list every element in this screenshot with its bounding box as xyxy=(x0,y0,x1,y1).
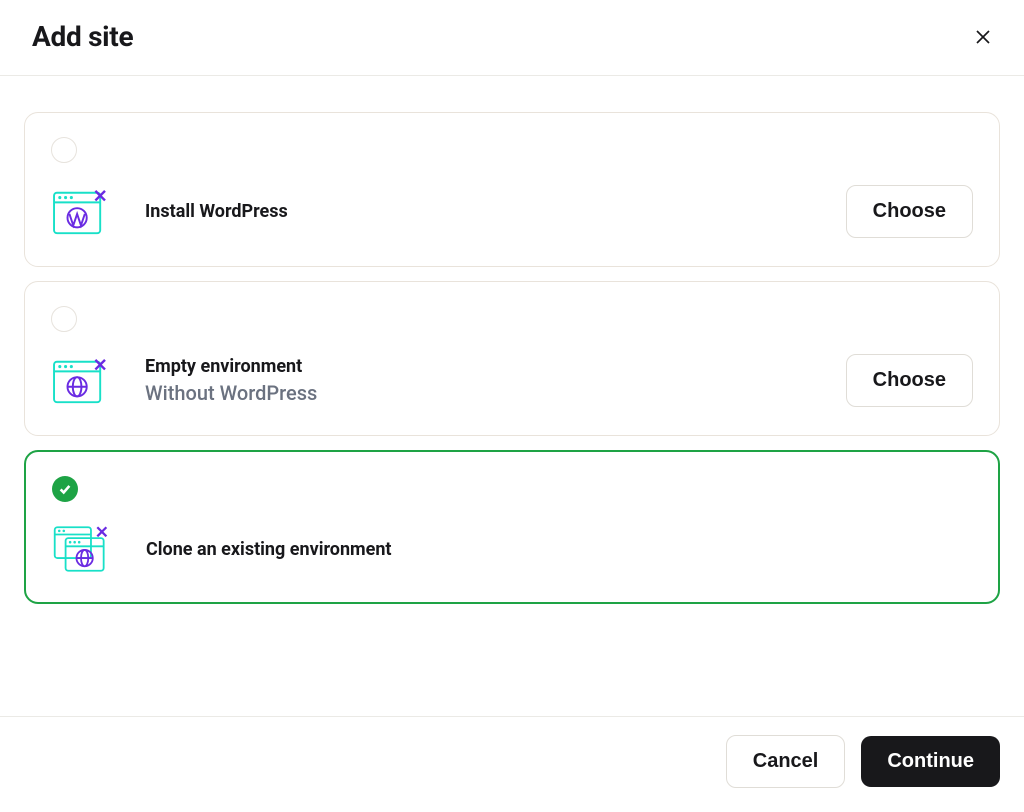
clone-browser-icon xyxy=(52,524,110,574)
option-text: Empty environment Without WordPress xyxy=(145,356,317,405)
choose-button[interactable]: Choose xyxy=(846,185,973,238)
radio-unchecked-icon xyxy=(51,306,77,332)
option-row: Empty environment Without WordPress Choo… xyxy=(51,354,973,407)
options-list: Install WordPress Choose xyxy=(0,76,1024,716)
close-button[interactable] xyxy=(970,24,996,50)
option-subtitle: Without WordPress xyxy=(145,381,317,405)
option-install-wordpress[interactable]: Install WordPress Choose xyxy=(24,112,1000,267)
continue-button[interactable]: Continue xyxy=(861,736,1000,787)
option-title: Clone an existing environment xyxy=(146,539,392,560)
option-title: Empty environment xyxy=(145,356,317,377)
option-title: Install WordPress xyxy=(145,201,288,222)
radio-unchecked-icon xyxy=(51,137,77,163)
check-icon xyxy=(58,482,72,496)
option-text: Install WordPress xyxy=(145,201,288,222)
close-icon xyxy=(974,28,992,46)
option-text: Clone an existing environment xyxy=(146,539,392,560)
option-left: Empty environment Without WordPress xyxy=(51,356,317,406)
dialog-title: Add site xyxy=(32,20,133,53)
wordpress-browser-icon xyxy=(51,187,109,237)
option-empty-environment[interactable]: Empty environment Without WordPress Choo… xyxy=(24,281,1000,436)
radio-checked-icon xyxy=(52,476,78,502)
choose-button[interactable]: Choose xyxy=(846,354,973,407)
option-clone-environment[interactable]: Clone an existing environment xyxy=(24,450,1000,604)
globe-browser-icon xyxy=(51,356,109,406)
option-left: Clone an existing environment xyxy=(52,524,392,574)
option-row: Clone an existing environment xyxy=(52,524,972,574)
dialog-footer: Cancel Continue xyxy=(0,716,1024,812)
option-row: Install WordPress Choose xyxy=(51,185,973,238)
option-left: Install WordPress xyxy=(51,187,288,237)
dialog-header: Add site xyxy=(0,0,1024,76)
cancel-button[interactable]: Cancel xyxy=(726,735,846,788)
